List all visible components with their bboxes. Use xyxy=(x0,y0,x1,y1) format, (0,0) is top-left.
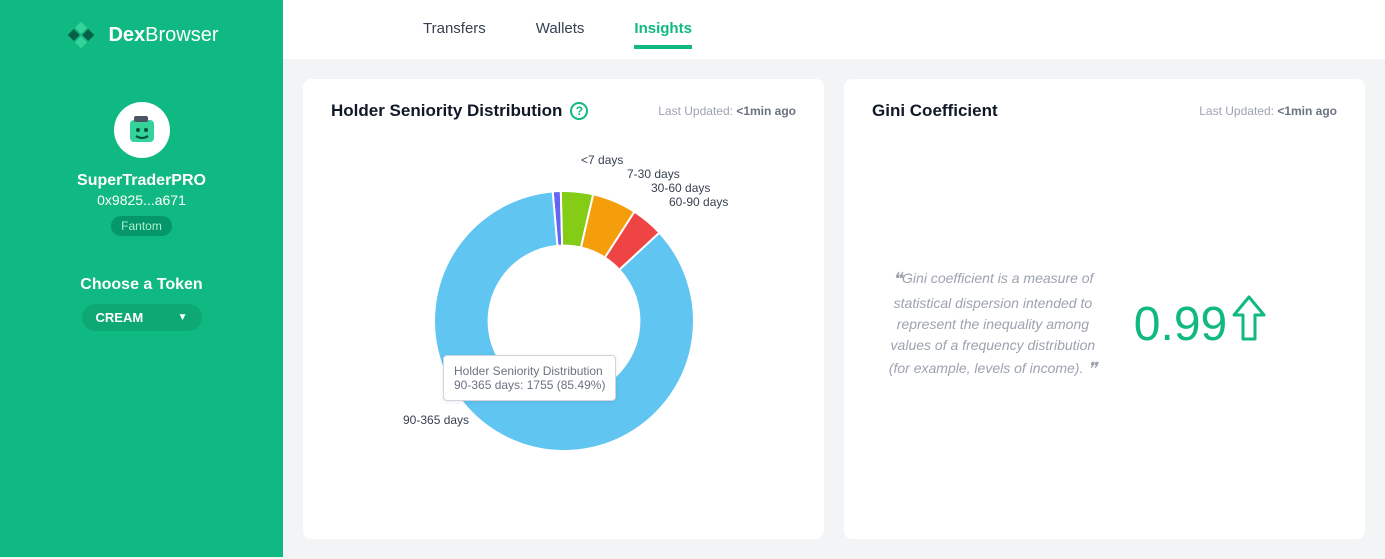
chevron-down-icon: ▼ xyxy=(178,312,188,323)
gini-description: ❝Gini coefficient is a measure of statis… xyxy=(872,266,1114,383)
token-select-value: CREAM xyxy=(96,310,144,325)
chart-label-30-60: 30-60 days xyxy=(651,181,710,195)
avatar[interactable] xyxy=(114,102,170,158)
username: SuperTraderPRO xyxy=(77,172,206,190)
chart-tooltip: Holder Seniority Distribution 90-365 day… xyxy=(443,355,616,401)
network-badge[interactable]: Fantom xyxy=(111,216,172,236)
tab-transfers[interactable]: Transfers xyxy=(423,20,486,49)
brand-logo[interactable]: DexBrowser xyxy=(64,18,218,52)
gini-value: 0.99 xyxy=(1134,294,1267,354)
logo-icon xyxy=(64,18,98,52)
arrow-up-icon xyxy=(1231,294,1267,354)
quote-close-icon: ❞ xyxy=(1087,359,1097,379)
tab-wallets[interactable]: Wallets xyxy=(536,20,585,49)
chart-label-90-365: 90-365 days xyxy=(403,413,469,427)
card-holder-seniority: Holder Seniority Distribution ? Last Upd… xyxy=(303,79,824,539)
main: Transfers Wallets Insights Holder Senior… xyxy=(283,0,1385,557)
last-updated: Last Updated: <1min ago xyxy=(658,104,796,118)
chart-label-60-90: 60-90 days xyxy=(669,195,728,209)
last-updated: Last Updated: <1min ago xyxy=(1199,104,1337,118)
wallet-address[interactable]: 0x9825...a671 xyxy=(97,192,186,208)
help-icon[interactable]: ? xyxy=(570,102,588,120)
choose-token-label: Choose a Token xyxy=(80,276,202,294)
card-title: Gini Coefficient xyxy=(872,101,998,121)
brand-name: DexBrowser xyxy=(108,24,218,47)
tabs: Transfers Wallets Insights xyxy=(283,0,1385,59)
tab-insights[interactable]: Insights xyxy=(634,20,692,49)
card-gini: Gini Coefficient Last Updated: <1min ago… xyxy=(844,79,1365,539)
sidebar: DexBrowser SuperTraderPRO 0x9825...a671 … xyxy=(0,0,283,557)
chart-label-7-30: 7-30 days xyxy=(627,167,680,181)
token-select[interactable]: CREAM ▼ xyxy=(82,304,202,331)
quote-open-icon: ❝ xyxy=(892,269,902,289)
card-title: Holder Seniority Distribution ? xyxy=(331,101,588,121)
avatar-icon xyxy=(122,110,162,150)
chart-label-lt7: <7 days xyxy=(581,153,623,167)
